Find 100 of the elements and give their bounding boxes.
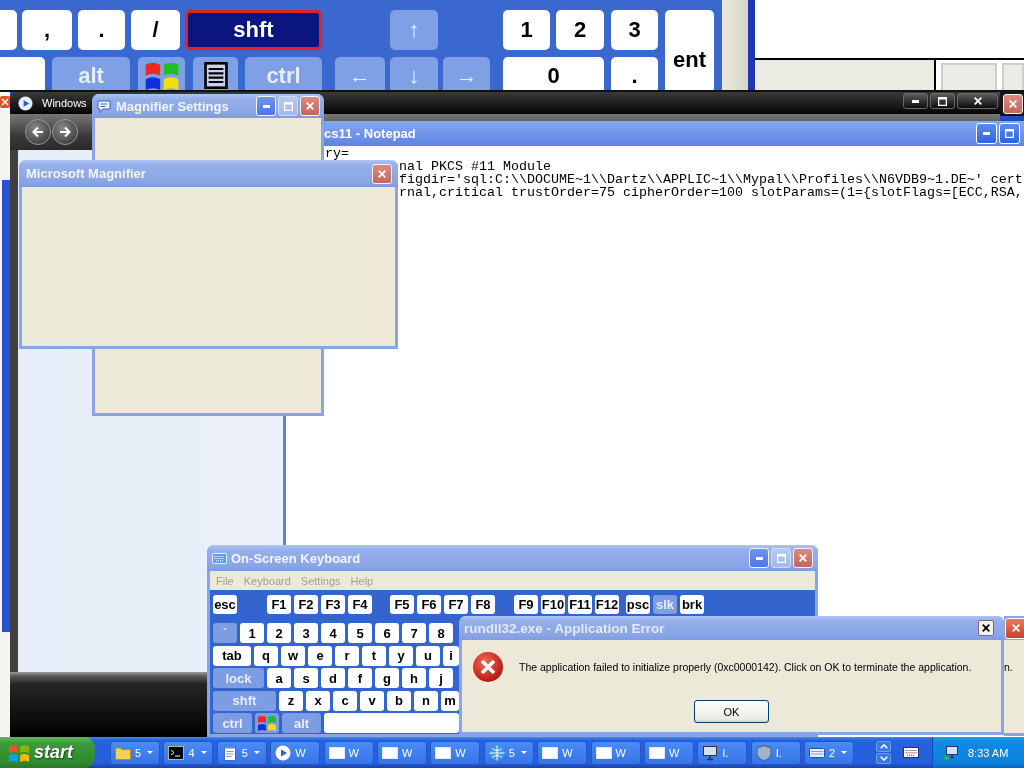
taskbar-button[interactable]: I. (697, 740, 748, 765)
onscreen-key[interactable]: psc (626, 595, 650, 614)
taskbar-button[interactable]: 2 (804, 740, 855, 765)
onscreen-key[interactable]: s (294, 668, 318, 688)
shield-icon (755, 744, 772, 761)
window-icon (381, 744, 398, 761)
onscreen-key[interactable]: 6 (375, 623, 399, 643)
taskbar-button[interactable]: W (376, 740, 427, 765)
window-title: Magnifier Settings (116, 98, 229, 114)
window-icon (435, 744, 452, 761)
forward-button[interactable] (52, 119, 78, 145)
onscreen-key[interactable]: F7 (444, 595, 468, 614)
globe-icon (488, 744, 505, 761)
magnified-key: 2 (556, 10, 604, 50)
magnified-key: . (611, 57, 658, 90)
close-button[interactable] (957, 93, 998, 109)
maximize-icon (1005, 129, 1014, 138)
onscreen-key[interactable]: b (387, 690, 411, 711)
close-icon (982, 624, 990, 632)
taskbar-button[interactable]: 5 (483, 740, 534, 765)
onscreen-key[interactable]: F5 (390, 595, 414, 614)
taskbar-button[interactable]: W (537, 740, 588, 765)
ok-button[interactable]: OK (694, 700, 769, 723)
onscreen-key[interactable]: 1 (240, 623, 264, 643)
computer-icon[interactable] (943, 744, 959, 761)
onscreen-key[interactable]: q (254, 645, 278, 666)
magnified-key: → (443, 57, 490, 90)
onscreen-key[interactable]: u (416, 645, 440, 666)
error-icon (473, 652, 503, 682)
taskbar-button[interactable]: W (643, 740, 694, 765)
onscreen-key[interactable]: n (414, 690, 438, 711)
dialog-message: n. (1004, 661, 1013, 674)
onscreen-key[interactable]: F3 (321, 595, 345, 614)
onscreen-key[interactable]: z (279, 690, 303, 711)
onscreen-key[interactable]: r (335, 645, 359, 666)
onscreen-key[interactable]: 5 (348, 623, 372, 643)
onscreen-key[interactable] (255, 713, 279, 733)
taskbar-button[interactable]: I. (750, 740, 801, 765)
onscreen-key[interactable]: F9 (514, 595, 538, 614)
onscreen-key[interactable]: tab (213, 645, 251, 666)
text-line: ry= (325, 148, 349, 160)
onscreen-key[interactable]: f (348, 668, 372, 688)
onscreen-key[interactable]: F10 (541, 595, 565, 614)
magnified-key: ← (335, 57, 385, 90)
keyboard-icon[interactable] (903, 747, 920, 758)
onscreen-key[interactable]: 7 (402, 623, 426, 643)
onscreen-key[interactable]: m (441, 690, 459, 711)
window-icon (648, 744, 665, 761)
onscreen-key[interactable]: F12 (595, 595, 619, 614)
taskbar-button[interactable]: 4 (163, 740, 214, 765)
taskbar-button[interactable]: W (590, 740, 641, 765)
minimize-button[interactable] (903, 93, 928, 109)
onscreen-key[interactable]: h (402, 668, 426, 688)
back-button[interactable] (25, 119, 51, 145)
onscreen-key[interactable]: F1 (267, 595, 291, 614)
onscreen-key[interactable]: t (362, 645, 386, 666)
taskbar-button[interactable]: 5 (216, 740, 267, 765)
onscreen-key[interactable]: F8 (471, 595, 495, 614)
onscreen-key[interactable]: y (389, 645, 413, 666)
onscreen-key[interactable]: j (429, 668, 453, 688)
onscreen-key[interactable]: esc (213, 595, 237, 614)
onscreen-key[interactable]: d (321, 668, 345, 688)
scroll-down-button[interactable] (876, 753, 892, 764)
onscreen-key[interactable]: x (306, 690, 330, 711)
onscreen-key[interactable]: c (333, 690, 357, 711)
text-line: rnal,critical trustOrder=75 cipherOrder=100 slotParams=(1={slotFlags=[ECC,RSA, (399, 186, 1023, 199)
onscreen-key[interactable]: F2 (294, 595, 318, 614)
onscreen-key[interactable]: 2 (267, 623, 291, 643)
onscreen-key[interactable]: 4 (321, 623, 345, 643)
magnified-key: ctrl (245, 57, 322, 90)
onscreen-key[interactable]: a (267, 668, 291, 688)
onscreen-key[interactable]: 8 (429, 623, 453, 643)
onscreen-key[interactable]: F4 (348, 595, 372, 614)
onscreen-key[interactable]: F6 (417, 595, 441, 614)
maximize-button[interactable] (930, 93, 955, 109)
taskbar-button[interactable]: 5 (110, 740, 160, 765)
window-title: cs11 - Notepad (324, 126, 416, 141)
magnified-key: 1 (503, 10, 550, 50)
onscreen-key[interactable]: g (375, 668, 399, 688)
computer-icon (702, 744, 719, 761)
onscreen-key[interactable]: v (360, 690, 384, 711)
onscreen-key[interactable]: F11 (568, 595, 592, 614)
start-button[interactable]: start (0, 737, 95, 768)
close-button[interactable] (978, 620, 994, 636)
speech-bubble-icon (97, 99, 111, 113)
onscreen-key[interactable]: w (281, 645, 305, 666)
taskbar-button[interactable]: W (270, 740, 321, 765)
close-icon (1009, 100, 1017, 108)
scroll-up-button[interactable] (876, 741, 892, 752)
flag-icon (9, 743, 29, 762)
magnified-key: shft (185, 10, 322, 50)
close-icon (799, 554, 807, 562)
onscreen-key[interactable]: e (308, 645, 332, 666)
onscreen-key[interactable]: brk (680, 595, 704, 614)
close-icon (378, 169, 386, 178)
magnified-key: . (78, 10, 125, 50)
onscreen-key[interactable]: i (443, 645, 459, 666)
taskbar-button[interactable]: W (430, 740, 481, 765)
onscreen-key[interactable]: 3 (294, 623, 318, 643)
taskbar-button[interactable]: W (323, 740, 374, 765)
